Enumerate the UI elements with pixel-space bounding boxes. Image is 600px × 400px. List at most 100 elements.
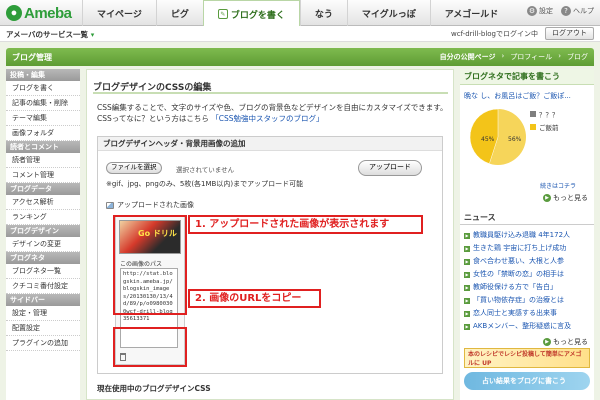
login-info: wcf-drill-blogでログイン中 [451, 30, 538, 38]
help-label: ヘルプ [573, 7, 594, 15]
sidebar-section-data: ブログデータ [6, 183, 80, 195]
news-item[interactable]: ▶ 食べ合わせ悪い、大根と人参 [464, 255, 592, 268]
poll-legend: ？？？ ご飯前 [530, 109, 559, 135]
pencil-icon: ✎ [217, 9, 228, 19]
news-item[interactable]: ▶ 生きた鶏 宇宙に打ち上げ成功 [464, 242, 592, 255]
gear-icon: ⚙ [527, 6, 537, 16]
arrow-right-icon: ▶ [464, 284, 470, 291]
blog-management-header: ブログ管理 自分の公開ページ › プロフィール › ブログ [6, 48, 594, 66]
services-dropdown[interactable]: アメーバのサービス一覧 ▾ [6, 29, 94, 40]
arrow-right-icon: ▶ [464, 245, 470, 252]
news-more-link[interactable]: ▶ もっと見る [543, 337, 588, 347]
sidebar-item-kuchikomi[interactable]: クチコミ番付設定 [6, 279, 80, 294]
fortune-banner[interactable]: 占い結果をブログに書こう [464, 372, 590, 390]
neta-question[interactable]: 晩な し、お風呂はご飯？ご飯ぽ... [464, 91, 594, 101]
logout-button[interactable]: ログアウト [545, 27, 594, 40]
annotation-frame-image [113, 215, 187, 315]
sidebar-item-write[interactable]: ブログを書く [6, 81, 80, 96]
arrow-right-icon: ▶ [464, 232, 470, 239]
sidebar-item-add-plugin[interactable]: プラグインの追加 [6, 336, 80, 351]
sidebar-item-design-change[interactable]: デザインの変更 [6, 237, 80, 252]
services-label: アメーバのサービス一覧 [6, 30, 89, 39]
blog-neta-title: ブログネタで記事を書こう [460, 69, 594, 85]
blog-header-links: 自分の公開ページ › プロフィール › ブログ [440, 52, 588, 62]
settings-link[interactable]: ⚙ 設定 [527, 6, 553, 16]
ameba-logo[interactable]: ● Ameba [6, 4, 72, 22]
news-item-label: 教師役保ける方で「告白」 [473, 283, 557, 291]
news-item[interactable]: ▶ 女性の「禁断の恋」の相手は [464, 268, 592, 281]
sidebar-item-readers[interactable]: 読者管理 [6, 153, 80, 168]
top-right-links: ⚙ 設定 ? ヘルプ [527, 6, 594, 16]
news-item-label: AKBメンバー、整形疑惑に言及 [473, 322, 572, 330]
tab-my-group[interactable]: マイグルっぽ [346, 0, 430, 26]
tab-write-blog-label: ブログを書く [230, 10, 285, 21]
nav-tabs: マイページ ピグ ✎ ブログを書く なう マイグルっぽ アメゴールド [82, 0, 513, 27]
separator: › [558, 52, 561, 60]
news-item-label: 教職員駆け込み退職 4年172人 [473, 231, 571, 239]
recipe-banner[interactable]: 本のレシピでレシピ投稿して簡単にアメゴルに UP [464, 348, 590, 368]
tab-pigg[interactable]: ピグ [155, 0, 203, 26]
public-page-link[interactable]: 自分の公開ページ [440, 52, 496, 62]
sidebar-item-ranking[interactable]: ランキング [6, 210, 80, 225]
annotation-callout-2: 2. 画像のURLをコピー [188, 289, 321, 308]
settings-label: 設定 [539, 7, 553, 15]
legend-label: ご飯前 [539, 124, 559, 132]
sidebar-item-image-folder[interactable]: 画像フォルダ [6, 126, 80, 141]
tab-now[interactable]: なう [299, 0, 347, 26]
news-title: ニュース [460, 211, 594, 225]
more-link[interactable]: ▶ もっと見る [543, 193, 588, 203]
help-link[interactable]: ? ヘルプ [561, 6, 594, 16]
css-staff-blog-link[interactable]: 「CSS勉強中スタッフのブログ」 [211, 114, 323, 123]
logo-text: Ameba [24, 4, 72, 22]
sidebar-item-neta-list[interactable]: ブログネタ一覧 [6, 264, 80, 279]
news-item[interactable]: ▶ 恋人同士と実感する出来事 [464, 307, 592, 320]
arrow-right-icon: ▶ [543, 194, 551, 202]
pie-label-1: 45% [481, 136, 495, 143]
sidebar-item-layout[interactable]: 配置設定 [6, 321, 80, 336]
help-icon: ? [561, 6, 571, 16]
format-note: ※gif、jpg、pngのみ、5枚(各1MB以内)までアップロード可能 [106, 180, 304, 188]
separator: › [501, 52, 505, 60]
sidebar-section-neta: ブログネタ [6, 252, 80, 264]
arrow-right-icon: ▶ [464, 323, 470, 330]
news-item[interactable]: ▶ AKBメンバー、整形疑惑に言及 [464, 320, 592, 333]
news-item[interactable]: ▶ 教師役保ける方で「告白」 [464, 281, 592, 294]
sidebar-item-edit-delete[interactable]: 記事の編集・削除 [6, 96, 80, 111]
upload-button[interactable]: アップロード [358, 160, 422, 176]
news-list: ▶ 教職員駆け込み退職 4年172人 ▶ 生きた鶏 宇宙に打ち上げ成功 ▶ 食べ合わせ… [464, 229, 592, 333]
arrow-right-icon: ▶ [464, 271, 470, 278]
blog-management-title: ブログ管理 [12, 53, 52, 62]
blog-link[interactable]: ブログ [567, 52, 588, 62]
legend-item: ご飯前 [530, 122, 559, 132]
pie-label-2: 56% [508, 136, 522, 143]
legend-label: ？？？ [539, 111, 559, 119]
recipe-banner-text: 本のレシピでレシピ投稿して簡単にアメゴルに UP [468, 351, 582, 367]
legend-swatch [530, 124, 536, 130]
profile-link[interactable]: プロフィール [510, 52, 552, 62]
sidebar-item-analytics[interactable]: アクセス解析 [6, 195, 80, 210]
arrow-right-icon: ▶ [464, 297, 470, 304]
sidebar-item-comments[interactable]: コメント管理 [6, 168, 80, 183]
tab-mypage[interactable]: マイページ [82, 0, 156, 26]
read-more-link[interactable]: 続きはコチラ [540, 181, 576, 190]
sidebar-section-readers: 読者とコメント [6, 141, 80, 153]
tab-ameba-gold[interactable]: アメゴールド [429, 0, 513, 26]
poll-pie-chart: 45% 56% [469, 108, 526, 165]
caret-down-icon: ▾ [90, 31, 95, 39]
more-label: もっと見る [553, 194, 588, 202]
sidebar-item-theme-edit[interactable]: テーマ編集 [6, 111, 80, 126]
news-item[interactable]: ▶ 「買い物依存症」の治療とは [464, 294, 592, 307]
main-content: ブログデザインのCSSの編集 CSS編集することで、文字のサイズや色、ブログの背… [86, 69, 454, 400]
uploaded-label-text: アップロードされた画像 [117, 201, 194, 209]
news-item[interactable]: ▶ 教職員駆け込み退職 4年172人 [464, 229, 592, 242]
news-item-label: 「買い物依存症」の治療とは [473, 296, 564, 304]
choose-file-button[interactable]: ファイルを選択 [106, 162, 162, 174]
tab-write-blog[interactable]: ✎ ブログを書く [202, 0, 300, 27]
annotation-frame-url [113, 327, 187, 367]
description-link-line: CSSってなに？という方はこちら 「CSS勉強中スタッフのブログ」 [97, 113, 324, 124]
sidebar-item-settings[interactable]: 設定・管理 [6, 306, 80, 321]
no-file-text: 選択されていません [176, 166, 235, 174]
ameba-logo-icon: ● [6, 5, 22, 21]
news-item-label: 食べ合わせ悪い、大根と人参 [473, 257, 564, 265]
right-column: ブログネタで記事を書こう 晩な し、お風呂はご飯？ご飯ぽ... 45% 56% … [460, 69, 594, 400]
